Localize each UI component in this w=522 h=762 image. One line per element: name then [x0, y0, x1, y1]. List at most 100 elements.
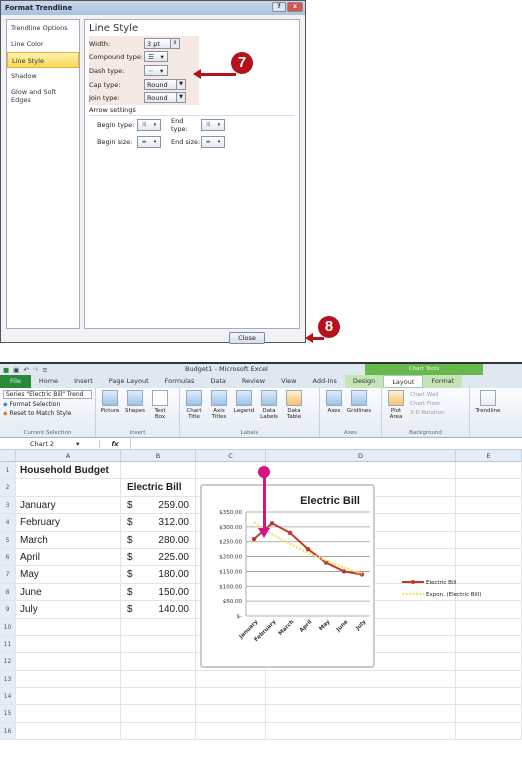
tab-design[interactable]: Design	[344, 375, 384, 388]
help-icon[interactable]: ?	[272, 2, 286, 12]
row-number[interactable]: 2	[0, 479, 16, 496]
cell-e[interactable]	[456, 705, 522, 722]
row-number[interactable]: 4	[0, 514, 16, 531]
reset-match-style-button[interactable]: ◆ Reset to Match Style	[3, 410, 92, 417]
nav-trendline-options[interactable]: Trendline Options	[7, 20, 79, 36]
trendline-button[interactable]: Trendline	[473, 390, 503, 435]
tab-add-ins[interactable]: Add-Ins	[305, 375, 345, 388]
width-spinner[interactable]: 3 pt ⇕	[144, 38, 180, 49]
column-header-a[interactable]: A	[16, 450, 121, 461]
row-number[interactable]: 11	[0, 635, 16, 653]
row-number[interactable]: 12	[0, 653, 16, 670]
redo-icon[interactable]: ↷	[33, 366, 38, 374]
tab-format[interactable]: Format	[423, 375, 463, 388]
cell-b[interactable]	[121, 705, 196, 722]
row-number[interactable]: 10	[0, 618, 16, 635]
cell-d[interactable]	[266, 670, 456, 688]
cap-type-dropdown[interactable]: Round ▼	[144, 79, 186, 90]
cell-d[interactable]	[266, 705, 456, 722]
begin-size-dropdown[interactable]: ▬ ▾	[137, 135, 161, 148]
cell-a[interactable]	[16, 635, 121, 653]
formula-input[interactable]	[130, 437, 522, 450]
cell-b[interactable]: $140.00	[121, 601, 196, 618]
cell-b[interactable]	[121, 618, 196, 635]
format-selection-button[interactable]: ◆ Format Selection	[3, 401, 92, 408]
cell-a[interactable]	[16, 722, 121, 740]
cell-a[interactable]: May	[16, 566, 121, 583]
cell-a[interactable]: April	[16, 548, 121, 566]
plot-area-button[interactable]: Plot Area	[385, 390, 407, 435]
cell-a[interactable]: March	[16, 531, 121, 548]
axis-titles-button[interactable]: Axis Titles	[208, 390, 230, 435]
cell-b[interactable]: $225.00	[121, 548, 196, 566]
cell-c[interactable]	[196, 462, 266, 479]
chart-floor-button[interactable]: Chart Floor	[410, 401, 444, 407]
cell-b[interactable]	[121, 670, 196, 688]
column-header-b[interactable]: B	[121, 450, 196, 461]
cell-b[interactable]	[121, 653, 196, 670]
dash-type-dropdown[interactable]: ┅ ▾	[144, 65, 168, 76]
cell-b[interactable]	[121, 688, 196, 705]
nav-shadow[interactable]: Shadow	[7, 68, 79, 84]
cell-a[interactable]: July	[16, 601, 121, 618]
tab-view[interactable]: View	[273, 375, 304, 388]
cell-a[interactable]	[16, 705, 121, 722]
row-number[interactable]: 13	[0, 670, 16, 688]
join-type-dropdown[interactable]: Round ▼	[144, 92, 186, 103]
tab-layout[interactable]: Layout	[383, 375, 424, 388]
row-number[interactable]: 3	[0, 496, 16, 514]
cell-a[interactable]	[16, 670, 121, 688]
chart-element-selector[interactable]: Series "Electric Bill" Trend	[3, 390, 92, 399]
cell-a[interactable]	[16, 653, 121, 670]
gridlines-button[interactable]: Gridlines	[347, 390, 371, 435]
row-number[interactable]: 5	[0, 531, 16, 548]
cell-a[interactable]: February	[16, 514, 121, 531]
text-box-button[interactable]: Text Box	[149, 390, 171, 435]
row-number[interactable]: 14	[0, 688, 16, 705]
data-labels-button[interactable]: Data Labels	[258, 390, 280, 435]
cell-d[interactable]	[266, 462, 456, 479]
cell-e[interactable]	[456, 462, 522, 479]
tab-file[interactable]: File	[0, 375, 31, 388]
nav-line-style[interactable]: Line Style	[7, 52, 79, 68]
cell-a[interactable]: January	[16, 496, 121, 514]
cell-c[interactable]	[196, 705, 266, 722]
undo-icon[interactable]: ↶	[23, 366, 28, 374]
tab-data[interactable]: Data	[202, 375, 234, 388]
cell-b[interactable]	[121, 462, 196, 479]
row-number[interactable]: 16	[0, 722, 16, 740]
cell-b[interactable]: $180.00	[121, 566, 196, 583]
cell-e[interactable]	[456, 688, 522, 705]
tab-page-layout[interactable]: Page Layout	[101, 375, 157, 388]
fx-icon[interactable]: fx	[100, 440, 130, 448]
customize-icon[interactable]: ≡	[42, 366, 47, 374]
row-number[interactable]: 15	[0, 705, 16, 722]
row-number[interactable]: 7	[0, 566, 16, 583]
nav-line-color[interactable]: Line Color	[7, 36, 79, 52]
cell-c[interactable]	[196, 722, 266, 740]
cell-b[interactable]: $312.00	[121, 514, 196, 531]
column-header-d[interactable]: D	[266, 450, 456, 461]
electric-bill-chart[interactable]: Electric Bill $350.00 $300.00 $250.00 $200.0…	[200, 484, 375, 668]
end-size-dropdown[interactable]: ▬ ▾	[201, 135, 225, 148]
close-icon[interactable]: x	[287, 2, 303, 12]
axes-button[interactable]: Axes	[323, 390, 345, 435]
row-number[interactable]: 1	[0, 462, 16, 479]
column-header-e[interactable]: E	[456, 450, 522, 461]
cell-c[interactable]	[196, 688, 266, 705]
cell-c[interactable]	[196, 670, 266, 688]
row-number[interactable]: 8	[0, 583, 16, 601]
cell-b[interactable]	[121, 722, 196, 740]
spinner-icon[interactable]: ⇕	[170, 39, 179, 48]
tab-formulas[interactable]: Formulas	[157, 375, 203, 388]
tab-insert[interactable]: Insert	[66, 375, 101, 388]
shapes-button[interactable]: Shapes	[124, 390, 146, 435]
cell-b[interactable]: $280.00	[121, 531, 196, 548]
data-table-button[interactable]: Data Table	[283, 390, 305, 435]
cell-e[interactable]	[456, 670, 522, 688]
cell-b[interactable]: $150.00	[121, 583, 196, 601]
cell-a[interactable]	[16, 479, 121, 496]
chart-wall-button[interactable]: Chart Wall	[410, 392, 444, 398]
cell-a[interactable]	[16, 688, 121, 705]
row-number[interactable]: 6	[0, 548, 16, 566]
